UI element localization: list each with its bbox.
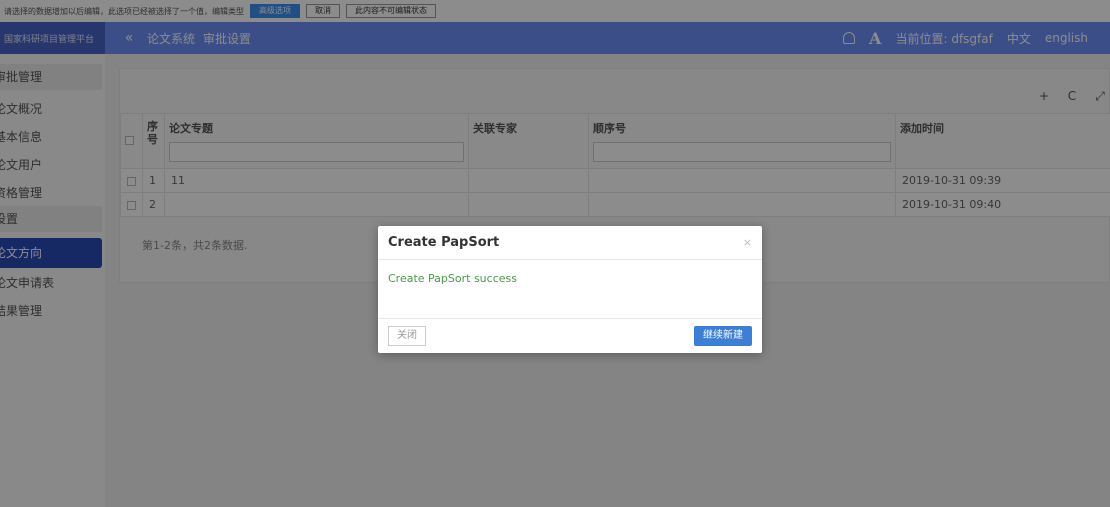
dialog-close-button[interactable]: 关闭 <box>388 326 426 346</box>
create-dialog: Create PapSort × Create PapSort success … <box>378 226 762 353</box>
dialog-title: Create PapSort <box>388 235 500 250</box>
close-icon[interactable]: × <box>743 236 752 249</box>
dialog-footer: 关闭 继续新建 <box>378 318 762 353</box>
continue-create-button[interactable]: 继续新建 <box>694 326 752 346</box>
dialog-message: Create PapSort success <box>388 272 517 285</box>
dialog-header: Create PapSort × <box>378 226 762 260</box>
